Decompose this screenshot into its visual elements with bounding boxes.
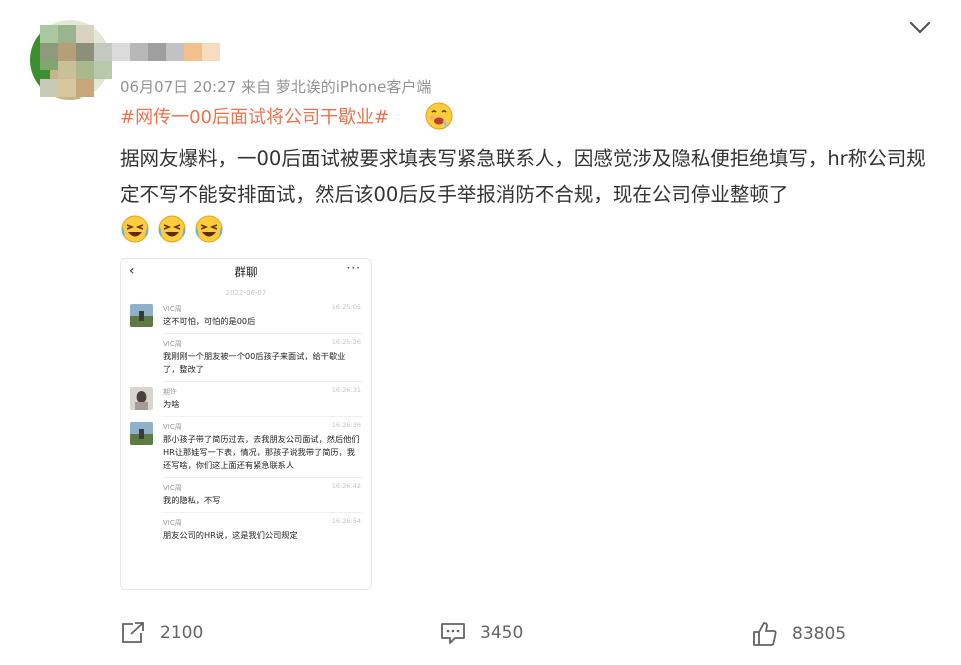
chevron-down-icon[interactable] xyxy=(908,18,932,38)
post-content: 据网友爆料，一00后面试被要求填表写紧急联系人，因感觉涉及隐私便拒绝填写，hr称… xyxy=(120,147,926,206)
chat-screenshot-image[interactable]: ‹ 群聊 ··· 2022-06-07 VIC周 16:25:05 这不可怕，可… xyxy=(120,258,372,590)
chat-header: ‹ 群聊 ··· xyxy=(121,259,371,289)
chat-message: 期许 16:26:31 为啥 xyxy=(121,386,371,417)
message-time: 16:26:31 xyxy=(331,386,361,394)
drool-emoji-icon xyxy=(425,102,453,130)
chat-message: VIC周 16:25:26 我刚刚一个朋友被一个00后孩子来面试，给干歇业了，整… xyxy=(121,338,371,382)
comment-count: 3450 xyxy=(480,623,524,643)
message-time: 16:26:36 xyxy=(331,421,361,429)
message-time: 16:25:05 xyxy=(331,303,361,311)
chat-date: 2022-06-07 xyxy=(225,289,267,297)
laugh-cry-emoji-icon xyxy=(121,215,149,243)
message-time: 16:26:54 xyxy=(331,517,361,525)
message-text: 我的隐私，不写 xyxy=(163,495,221,505)
more-icon: ··· xyxy=(346,261,361,275)
comment-button[interactable]: 3450 xyxy=(440,621,523,645)
share-icon xyxy=(122,622,144,643)
message-time: 16:26:42 xyxy=(331,482,361,490)
laugh-cry-emoji-icon xyxy=(195,215,223,243)
comment-icon xyxy=(441,623,465,644)
message-text: 为啥 xyxy=(163,399,180,409)
message-time: 16:25:26 xyxy=(331,338,361,346)
message-text: 朋友公司的HR说，这是我们公司规定 xyxy=(163,530,298,540)
share-count: 2100 xyxy=(160,623,204,643)
chat-message: VIC周 16:26:36 那小孩子带了简历过去，去我朋友公司面试，然后他们HR… xyxy=(121,421,371,478)
chat-title: 群聊 xyxy=(234,265,258,279)
share-button[interactable]: 2100 xyxy=(120,621,203,645)
chat-message: VIC周 16:25:05 这不可怕，可怕的是00后 xyxy=(121,303,371,334)
chat-message: VIC周 16:26:54 朋友公司的HR说，这是我们公司规定 xyxy=(121,517,371,542)
topic-link[interactable]: #网传一00后面试将公司干歇业# xyxy=(120,103,389,129)
chat-message: VIC周 16:26:42 我的隐私，不写 xyxy=(121,482,371,513)
avatar xyxy=(130,304,153,327)
laugh-cry-emoji-icon xyxy=(158,215,186,243)
like-count: 83805 xyxy=(792,624,847,644)
thumbs-up-icon xyxy=(753,622,777,646)
post-meta: 06月07日 20:27 来自 萝北诶的iPhone客户端 xyxy=(120,78,432,96)
message-text: 那小孩子带了简历过去，去我朋友公司面试，然后他们HR让那娃写一下表，情况，那孩子… xyxy=(163,434,360,470)
like-button[interactable]: 83805 xyxy=(752,621,846,647)
message-text: 我刚刚一个朋友被一个00后孩子来面试，给干歇业了，整改了 xyxy=(163,351,346,374)
avatar xyxy=(130,387,153,410)
avatar xyxy=(130,422,153,445)
message-text: 这不可怕，可怕的是00后 xyxy=(163,316,256,326)
emoji-row xyxy=(120,214,226,248)
